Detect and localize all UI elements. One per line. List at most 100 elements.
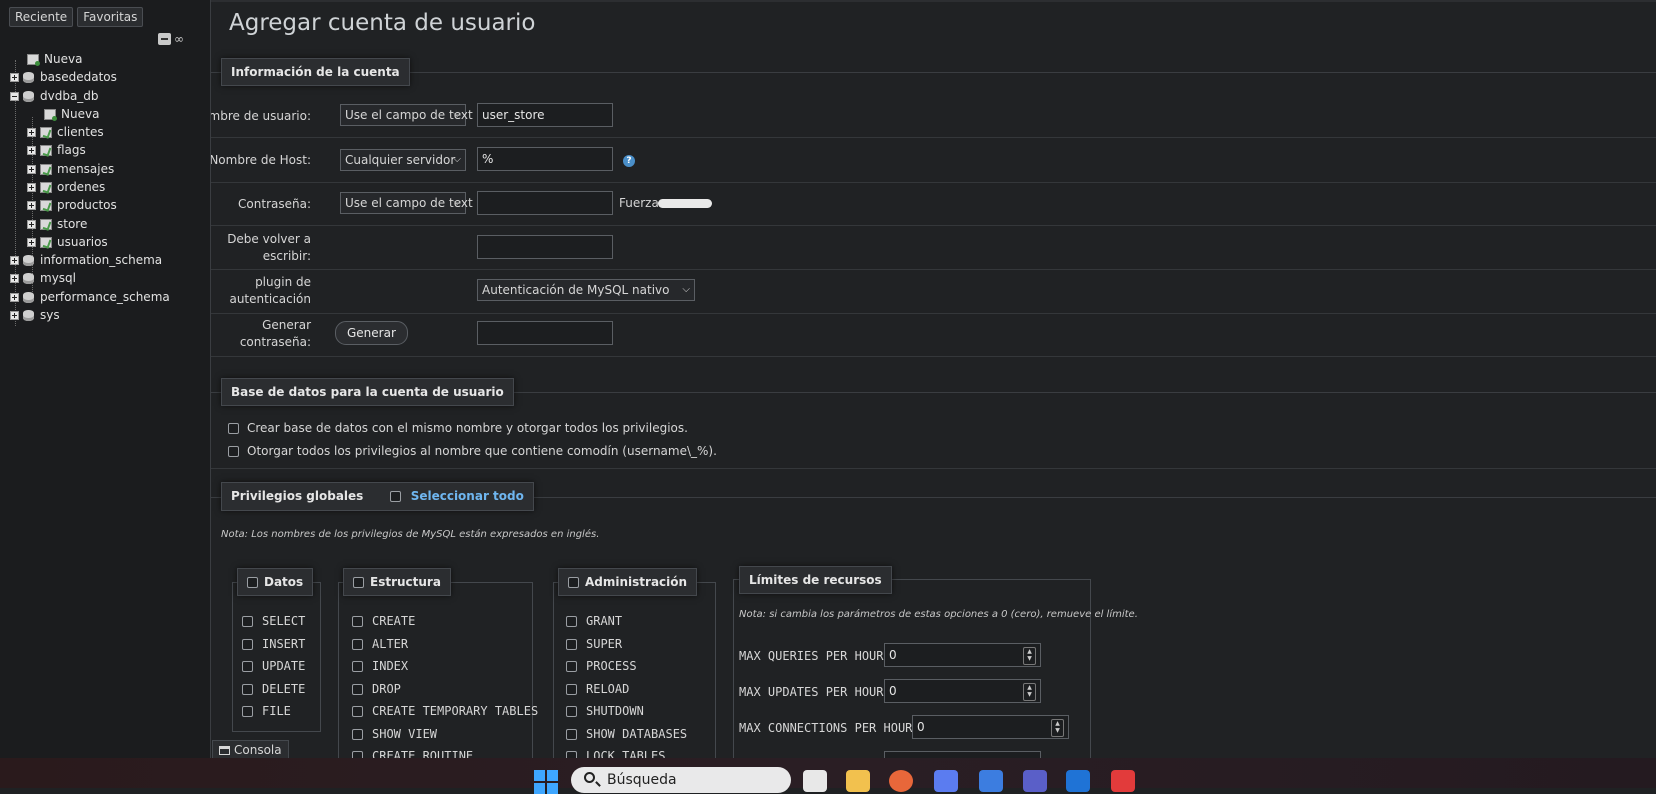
structure-select-all-checkbox[interactable]: [353, 577, 364, 588]
select-all-checkbox[interactable]: [389, 491, 401, 502]
microsoft-store-icon[interactable]: [979, 770, 1003, 792]
privilege-checkbox[interactable]: [566, 751, 577, 758]
privilege-label[interactable]: SHOW VIEW: [372, 727, 437, 741]
privilege-checkbox[interactable]: [352, 683, 363, 695]
privilege-checkbox[interactable]: [566, 638, 577, 650]
tree-item-basededatos[interactable]: basededatos: [10, 68, 117, 86]
favorites-button[interactable]: Favoritas: [77, 7, 144, 27]
spinner-icon[interactable]: ▲ ▼: [1023, 683, 1036, 701]
expand-icon[interactable]: [27, 182, 36, 192]
windows-start-icon[interactable]: [534, 770, 558, 794]
create-db-label[interactable]: Crear base de datos con el mismo nombre …: [247, 421, 688, 435]
username-mode-select[interactable]: Use el campo de text ⌵: [340, 104, 473, 126]
privilege-label[interactable]: GRANT: [586, 614, 622, 628]
password-input[interactable]: [477, 191, 613, 215]
privilege-checkbox[interactable]: [352, 751, 363, 758]
expand-icon[interactable]: [10, 310, 19, 320]
spinner-icon[interactable]: ▲ ▼: [1051, 719, 1064, 737]
taskbar-search-input[interactable]: Búsqueda: [571, 767, 791, 793]
recent-button[interactable]: Reciente: [9, 7, 74, 27]
tree-item-table[interactable]: usuarios: [27, 233, 108, 251]
privilege-label[interactable]: DELETE: [262, 682, 305, 696]
privilege-label[interactable]: ALTER: [372, 637, 408, 651]
max-updates-input[interactable]: 0 ▲ ▼: [884, 679, 1041, 703]
privilege-label[interactable]: CREATE TEMPORARY TABLES: [372, 704, 538, 718]
tree-item-new-database[interactable]: Nueva: [27, 50, 82, 68]
privilege-label[interactable]: DROP: [372, 682, 401, 696]
outlook-icon[interactable]: [1066, 770, 1090, 792]
password-mode-select[interactable]: Use el campo de text ⌵: [340, 192, 473, 214]
spinner-icon[interactable]: ▲ ▼: [1023, 647, 1036, 665]
firefox-icon[interactable]: [889, 770, 913, 792]
data-select-all-checkbox[interactable]: [247, 577, 258, 588]
expand-icon[interactable]: [10, 72, 19, 82]
privilege-checkbox[interactable]: [566, 616, 577, 627]
generate-password-button[interactable]: Generar: [335, 321, 408, 345]
anydesk-icon[interactable]: [1111, 770, 1135, 792]
generated-password-input[interactable]: [477, 321, 613, 345]
privilege-label[interactable]: SHOW DATABASES: [586, 727, 687, 741]
tree-item-performance-schema[interactable]: performance_schema: [10, 288, 170, 306]
privilege-checkbox[interactable]: [242, 706, 253, 717]
tree-item-information-schema[interactable]: information_schema: [10, 251, 162, 269]
tree-item-table[interactable]: store: [27, 215, 87, 233]
link-with-main-icon[interactable]: ∞: [174, 32, 184, 46]
privilege-label[interactable]: CREATE ROUTINE: [372, 749, 473, 758]
select-all-link[interactable]: Seleccionar todo: [411, 489, 524, 503]
tree-item-table[interactable]: mensajes: [27, 160, 114, 178]
wildcard-privileges-checkbox[interactable]: [228, 446, 239, 457]
privilege-label[interactable]: SUPER: [586, 637, 622, 651]
privilege-label[interactable]: PROCESS: [586, 659, 637, 673]
tree-item-table[interactable]: flags: [27, 141, 86, 159]
admin-select-all-checkbox[interactable]: [568, 577, 579, 588]
privilege-label[interactable]: SHUTDOWN: [586, 704, 644, 718]
retype-password-input[interactable]: [477, 235, 613, 259]
help-icon[interactable]: ?: [623, 155, 635, 167]
file-explorer-icon[interactable]: [846, 770, 870, 792]
privilege-label[interactable]: LOCK TABLES: [586, 749, 665, 758]
max-user-connections-input[interactable]: [884, 751, 1041, 758]
expand-icon[interactable]: [10, 273, 19, 283]
create-db-checkbox[interactable]: [228, 423, 239, 434]
max-connections-input[interactable]: 0 ▲ ▼: [912, 715, 1069, 739]
username-input[interactable]: user_store: [477, 103, 613, 127]
expand-icon[interactable]: [27, 237, 36, 247]
auth-plugin-select[interactable]: Autenticación de MySQL nativo ⌵: [477, 279, 695, 301]
privilege-checkbox[interactable]: [566, 661, 577, 672]
host-mode-select[interactable]: Cualquier servidor ⌵: [340, 149, 466, 171]
privilege-label[interactable]: UPDATE: [262, 659, 305, 673]
privilege-label[interactable]: SELECT: [262, 614, 305, 628]
privilege-checkbox[interactable]: [566, 706, 577, 717]
expand-icon[interactable]: [10, 292, 19, 302]
privilege-label[interactable]: FILE: [262, 704, 291, 718]
host-input[interactable]: %: [477, 147, 613, 171]
wildcard-privileges-label[interactable]: Otorgar todos los privilegios al nombre …: [247, 444, 717, 458]
privilege-label[interactable]: RELOAD: [586, 682, 629, 696]
max-queries-input[interactable]: 0 ▲ ▼: [884, 643, 1041, 667]
privilege-label[interactable]: INDEX: [372, 659, 408, 673]
privilege-checkbox[interactable]: [352, 728, 363, 740]
privilege-checkbox[interactable]: [352, 638, 363, 650]
privilege-checkbox[interactable]: [352, 706, 363, 717]
privilege-label[interactable]: INSERT: [262, 637, 305, 651]
expand-icon[interactable]: [27, 200, 36, 210]
tree-item-table[interactable]: productos: [27, 196, 117, 214]
expand-icon[interactable]: [27, 219, 36, 229]
collapse-icon[interactable]: [10, 91, 19, 101]
tree-item-mysql[interactable]: mysql: [10, 269, 76, 287]
tree-item-sys[interactable]: sys: [10, 306, 60, 324]
expand-icon[interactable]: [27, 127, 36, 137]
privilege-label[interactable]: CREATE: [372, 614, 415, 628]
tree-item-dvdba-db[interactable]: dvdba_db: [10, 87, 99, 105]
privilege-checkbox[interactable]: [566, 728, 577, 740]
expand-icon[interactable]: [10, 255, 19, 265]
expand-icon[interactable]: [27, 164, 36, 174]
privilege-checkbox[interactable]: [242, 638, 253, 650]
tree-item-table[interactable]: clientes: [27, 123, 104, 141]
tree-item-table[interactable]: ordenes: [27, 178, 105, 196]
expand-icon[interactable]: [27, 145, 36, 155]
privilege-checkbox[interactable]: [352, 616, 363, 627]
console-tab[interactable]: Consola: [212, 740, 289, 760]
privilege-checkbox[interactable]: [242, 661, 253, 672]
task-view-icon[interactable]: [803, 770, 827, 792]
